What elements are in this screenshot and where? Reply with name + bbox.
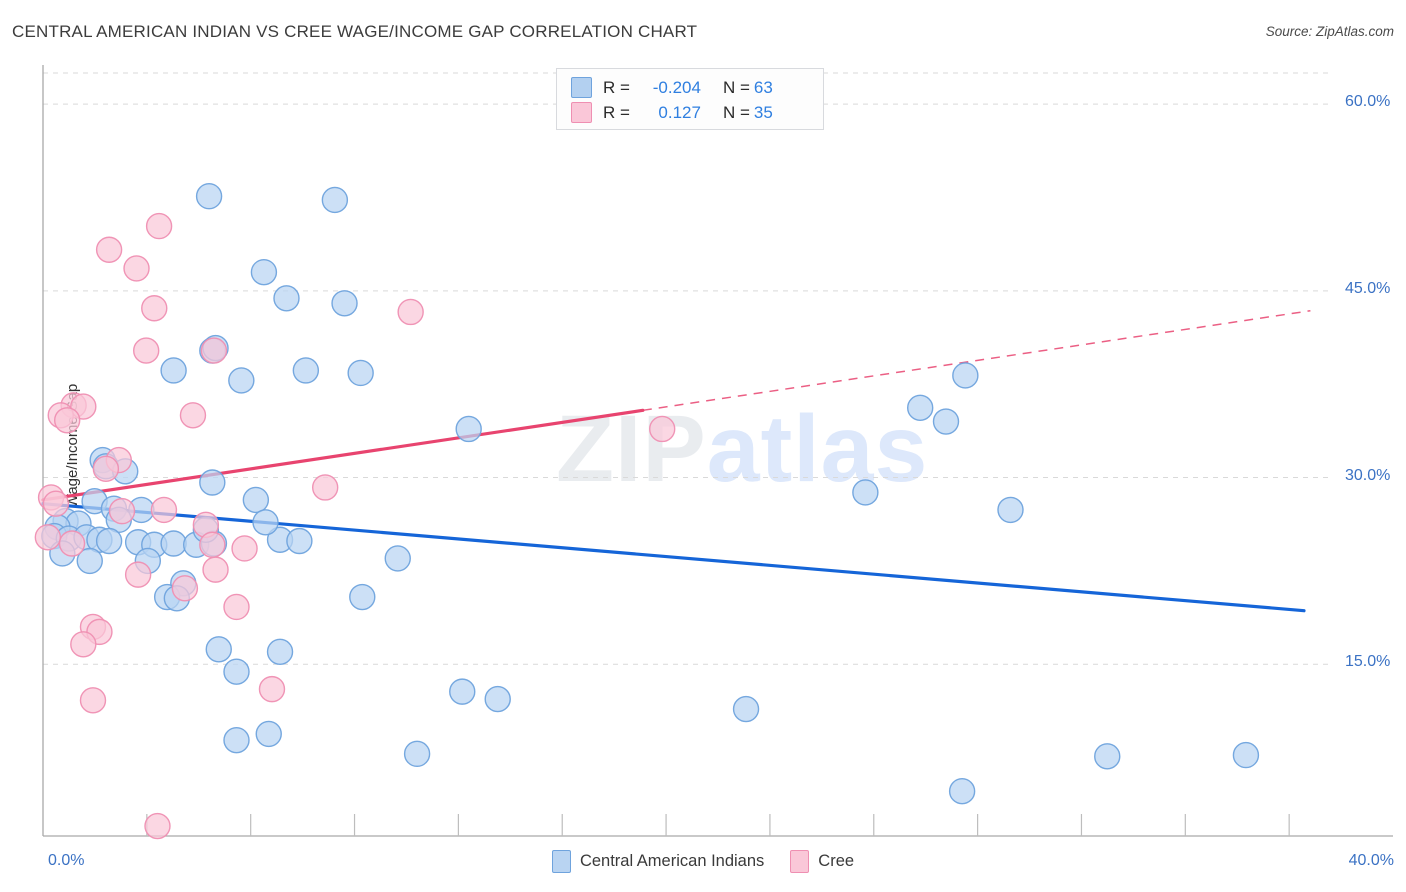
y-axis-tick-label-45-0: 45.0% — [1345, 279, 1391, 297]
data-point — [202, 556, 229, 583]
data-point — [932, 408, 960, 435]
data-point — [195, 183, 223, 210]
data-point — [997, 496, 1024, 524]
x-axis-tick-label-min: 0.0% — [48, 852, 85, 869]
data-point — [145, 212, 173, 240]
data-point — [199, 469, 226, 496]
data-point — [58, 530, 86, 557]
x-axis-tick-label-max: 40.0% — [1348, 852, 1394, 869]
data-point — [1094, 743, 1121, 770]
data-point — [144, 812, 171, 840]
n-value-pink: 35 — [753, 102, 773, 122]
data-point — [34, 524, 62, 551]
trendline-extension-1 — [642, 309, 1311, 412]
data-point — [266, 638, 294, 665]
scatter-plot — [34, 65, 1393, 840]
data-point — [286, 527, 313, 555]
data-point — [132, 337, 160, 364]
data-point — [179, 402, 207, 429]
series-label-cree: Cree — [818, 852, 855, 870]
data-point — [952, 362, 979, 389]
data-point — [199, 531, 226, 558]
data-point — [907, 394, 934, 422]
data-point — [79, 687, 107, 714]
chart-root: CENTRAL AMERICAN INDIAN VS CREE WAGE/INC… — [0, 0, 1406, 892]
y-axis-tick-label-30-0: 30.0% — [1345, 466, 1391, 484]
r-value-pink: 0.127 — [658, 102, 701, 122]
n-label-blue: N = — [722, 77, 750, 97]
data-point — [108, 497, 136, 525]
data-point — [42, 490, 70, 517]
series-legend-item-central-american-indians[interactable]: Central American Indians — [551, 850, 765, 873]
data-point — [150, 496, 178, 524]
data-point — [223, 726, 250, 754]
correlation-row-blue: R = -0.204 N = 63 — [571, 75, 813, 100]
data-point — [852, 479, 879, 506]
data-point — [455, 415, 482, 443]
data-point — [948, 777, 976, 805]
data-point — [255, 720, 282, 748]
data-point — [123, 255, 150, 282]
correlation-row-pink: R = 0.127 N = 35 — [571, 100, 813, 125]
data-point — [95, 527, 123, 555]
data-point — [484, 685, 511, 713]
data-point — [347, 359, 374, 387]
data-point — [331, 290, 358, 317]
correlation-legend: R = -0.204 N = 63 R = 0.127 N = 35 — [556, 68, 824, 130]
data-point — [732, 695, 760, 723]
series-swatch-cree — [790, 850, 810, 873]
series-swatch-central-american-indians — [551, 850, 571, 873]
data-point — [321, 186, 349, 214]
data-point — [403, 740, 431, 768]
data-point — [397, 298, 424, 326]
data-point — [273, 285, 300, 312]
series-legend-item-cree[interactable]: Cree — [790, 850, 854, 873]
r-value-blue: -0.204 — [652, 77, 701, 97]
data-point — [205, 636, 232, 663]
data-point — [250, 258, 278, 286]
y-axis-tick-label-15-0: 15.0% — [1345, 653, 1391, 671]
data-point — [70, 631, 97, 658]
data-point — [384, 545, 411, 572]
data-point — [649, 415, 676, 443]
data-point — [292, 357, 320, 384]
data-point — [160, 530, 187, 557]
data-point — [311, 474, 339, 501]
data-point — [53, 407, 81, 434]
data-point — [141, 295, 168, 322]
trendline-1 — [41, 408, 645, 502]
data-point — [349, 583, 376, 611]
data-point — [223, 593, 250, 621]
n-value-blue: 63 — [753, 77, 773, 97]
data-point — [231, 535, 258, 562]
data-point — [95, 236, 123, 263]
data-point — [242, 486, 270, 514]
data-point — [171, 575, 199, 602]
series-label-central-american-indians: Central American Indians — [579, 852, 765, 870]
r-label-pink: R = — [603, 102, 630, 122]
data-point — [252, 509, 279, 536]
data-point — [200, 337, 228, 364]
y-axis-tick-label-60-0: 60.0% — [1345, 93, 1391, 111]
n-label-pink: N = — [722, 102, 750, 122]
legend-swatch-cree — [571, 102, 592, 123]
data-point — [258, 675, 286, 703]
data-point — [228, 367, 255, 394]
data-point — [223, 658, 250, 685]
r-label-blue: R = — [603, 77, 630, 97]
data-point — [1232, 741, 1260, 769]
data-point — [92, 455, 120, 483]
legend-swatch-central-american-indians — [571, 77, 592, 98]
data-point — [124, 561, 152, 588]
data-point — [449, 678, 476, 705]
data-point — [160, 357, 187, 384]
